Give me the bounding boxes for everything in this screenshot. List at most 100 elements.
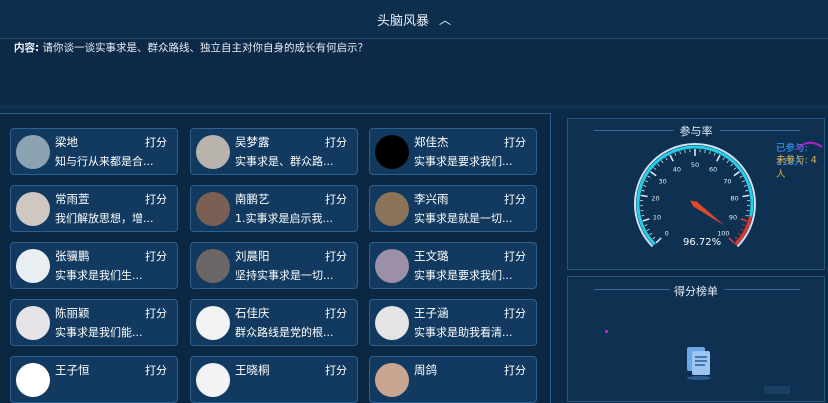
- gauge-tick-label: 50: [691, 161, 699, 169]
- score-button[interactable]: 打分: [325, 191, 347, 207]
- gauge-tick: [654, 168, 656, 170]
- answer-snippet: 实事求是助我看清...: [414, 324, 513, 340]
- answer-card[interactable]: 王子恒 打分: [10, 356, 178, 403]
- gauge-tick: [734, 168, 736, 170]
- avatar: [375, 363, 409, 397]
- score-button[interactable]: 打分: [145, 362, 167, 378]
- student-name: 王子涵: [414, 305, 449, 321]
- ranking-panel: 得分榜单: [567, 276, 825, 402]
- answer-snippet: 我们解放思想，增...: [55, 210, 154, 226]
- avatar: [375, 135, 409, 169]
- student-name: 张骥鹏: [55, 248, 90, 264]
- answer-card[interactable]: 周鸽 打分: [369, 356, 537, 403]
- avatar: [16, 306, 50, 340]
- student-name: 南鹏艺: [235, 191, 270, 207]
- student-name: 陈丽颖: [55, 305, 90, 321]
- gauge-tick-label: 90: [729, 213, 737, 221]
- score-button[interactable]: 打分: [325, 305, 347, 321]
- student-name: 周鸽: [414, 362, 437, 378]
- gauge-tick: [666, 158, 668, 161]
- score-button[interactable]: 打分: [504, 362, 526, 378]
- gauge-tick: [746, 215, 749, 216]
- student-name: 郑佳杰: [414, 134, 449, 150]
- avatar: [196, 249, 230, 283]
- score-button[interactable]: 打分: [145, 305, 167, 321]
- answer-card[interactable]: 王晓桐 打分: [190, 356, 358, 403]
- answer-card[interactable]: 吴梦露打分实事求是、群众路...: [190, 128, 358, 175]
- answer-card[interactable]: 王子涵 打分实事求是助我看清...: [369, 299, 537, 346]
- gauge-tick: [729, 238, 734, 243]
- answer-card[interactable]: 梁地打分知与行从来都是合...: [10, 128, 178, 175]
- divider: [0, 38, 828, 39]
- score-button[interactable]: 打分: [504, 191, 526, 207]
- chevron-up-icon[interactable]: ︿: [439, 11, 451, 28]
- avatar: [375, 249, 409, 283]
- answer-card[interactable]: 刘晨阳打分坚持实事求是一切...: [190, 242, 358, 289]
- not-joined-count: 未参与: 4人: [776, 152, 824, 180]
- answer-card[interactable]: 王文璐打分实事求是要求我们...: [369, 242, 537, 289]
- gauge-needle: [690, 200, 724, 225]
- header-bar: 头脑风暴︿: [0, 0, 828, 38]
- score-button[interactable]: 打分: [145, 134, 167, 150]
- avatar: [375, 306, 409, 340]
- student-name: 吴梦露: [235, 134, 270, 150]
- gauge-tick-label: 80: [730, 195, 738, 203]
- gauge-tick: [647, 229, 650, 230]
- score-button[interactable]: 打分: [325, 134, 347, 150]
- answer-card[interactable]: 石佳庆打分群众路线是党的根...: [190, 299, 358, 346]
- pink-dot: [605, 330, 608, 333]
- student-name: 王子恒: [55, 362, 90, 378]
- gauge-tick: [734, 172, 740, 176]
- gauge-tick: [643, 185, 646, 186]
- ranking-title: 得分榜单: [568, 283, 824, 299]
- avatar: [16, 249, 50, 283]
- answer-card[interactable]: 常雨萱 打分我们解放思想，增...: [10, 185, 178, 232]
- score-button[interactable]: 打分: [504, 134, 526, 150]
- gauge-tick-label: 10: [653, 213, 661, 221]
- answer-card[interactable]: 南鹏艺打分1.实事求是启示我...: [190, 185, 358, 232]
- score-button[interactable]: 打分: [145, 248, 167, 264]
- scribble-mark: [796, 139, 826, 153]
- gauge-tick: [657, 164, 659, 166]
- gauge-tick: [661, 161, 663, 163]
- score-button[interactable]: 打分: [325, 248, 347, 264]
- gauge-tick: [653, 237, 655, 239]
- title-rule-right: [724, 289, 800, 290]
- student-name: 梁地: [55, 134, 78, 150]
- student-name: 刘晨阳: [235, 248, 270, 264]
- gauge-tick-label: 70: [723, 177, 731, 185]
- score-button[interactable]: 打分: [504, 305, 526, 321]
- gauge-tick: [743, 225, 746, 226]
- answer-card[interactable]: 陈丽颖打分实事求是我们能...: [10, 299, 178, 346]
- avatar: [16, 192, 50, 226]
- answer-card[interactable]: 郑佳杰打分实事求是要求我们...: [369, 128, 537, 175]
- gauge-tick-label: 20: [651, 195, 659, 203]
- gauge-tick: [670, 155, 673, 161]
- avatar: [196, 192, 230, 226]
- gauge-tick: [742, 181, 745, 182]
- answer-snippet: 实事求是就是一切...: [414, 210, 513, 226]
- avatar: [196, 306, 230, 340]
- gauge-tick: [685, 150, 686, 153]
- gauge-tick-label: 30: [658, 177, 666, 185]
- student-name: 常雨萱: [55, 191, 90, 207]
- gauge-tick: [651, 172, 657, 176]
- gauge-tick: [645, 225, 648, 226]
- score-button[interactable]: 打分: [145, 191, 167, 207]
- student-name: 王晓桐: [235, 362, 270, 378]
- gauge-tick: [735, 237, 737, 239]
- answer-snippet: 实事求是我们生...: [55, 267, 143, 283]
- gauge-tick: [705, 150, 706, 153]
- gauge-tick: [714, 153, 715, 156]
- header-title[interactable]: 头脑风暴︿: [0, 10, 828, 29]
- answer-card[interactable]: 张骥鹏 打分实事求是我们生...: [10, 242, 178, 289]
- score-button[interactable]: 打分: [325, 362, 347, 378]
- gauge-tick: [680, 151, 681, 154]
- gauge-tick: [745, 190, 748, 191]
- question-content: 内容: 请你谈一谈实事求是、群众路线、独立自主对你自身的成长有何启示？: [14, 40, 368, 55]
- answers-panel: 梁地打分知与行从来都是合...吴梦露打分实事求是、群众路...郑佳杰打分实事求是…: [0, 113, 551, 403]
- student-name: 王文璐: [414, 248, 449, 264]
- answer-card[interactable]: 李兴雨打分实事求是就是一切...: [369, 185, 537, 232]
- answer-snippet: 群众路线是党的根...: [235, 324, 334, 340]
- score-button[interactable]: 打分: [504, 248, 526, 264]
